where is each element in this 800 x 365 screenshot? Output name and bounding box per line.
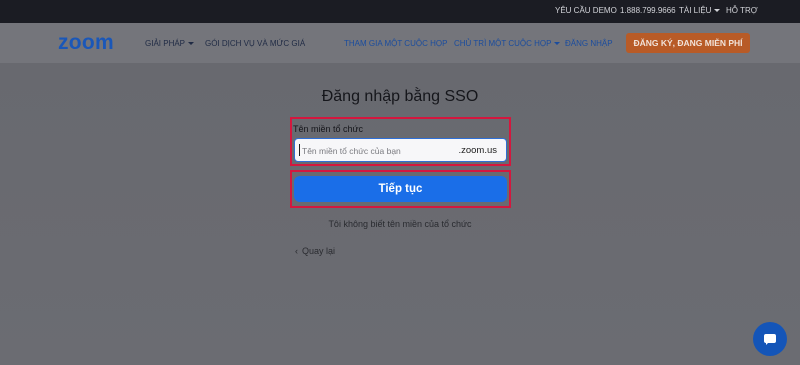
solutions-menu[interactable]: GIẢI PHÁP <box>145 39 195 48</box>
request-demo-link[interactable]: YÊU CẦU DEMO <box>555 6 617 15</box>
domain-input-placeholder: Tên miền tổ chức của bạn <box>302 146 401 156</box>
support-link[interactable]: HỖ TRỢ <box>726 6 758 15</box>
caret-down-icon <box>554 42 561 46</box>
chat-bubble-icon <box>764 334 776 345</box>
chat-support-button[interactable] <box>753 322 787 356</box>
chevron-left-icon: ‹ <box>295 246 298 256</box>
domain-input[interactable]: Tên miền tổ chức của bạn .zoom.us <box>294 138 507 162</box>
text-cursor <box>299 144 300 156</box>
zoom-logo[interactable]: zoom <box>58 31 114 55</box>
main-navigation: zoom GIẢI PHÁP GÓI DỊCH VỤ VÀ MỨC GIÁ TH… <box>0 23 800 63</box>
host-meeting-label: CHỦ TRÌ MỘT CUỘC HỌP <box>454 39 552 48</box>
join-meeting-link[interactable]: THAM GIA MỘT CUỘC HỌP <box>344 39 447 48</box>
back-label: Quay lại <box>302 246 336 256</box>
back-link[interactable]: ‹ Quay lại <box>295 246 335 256</box>
page-title: Đăng nhập bằng SSO <box>321 88 479 105</box>
unknown-domain-link[interactable]: Tôi không biết tên miền của tổ chức <box>0 219 800 229</box>
resources-menu[interactable]: TÀI LIỆU <box>679 6 721 15</box>
sign-in-link[interactable]: ĐĂNG NHẬP <box>565 39 613 48</box>
plans-pricing-link[interactable]: GÓI DỊCH VỤ VÀ MỨC GIÁ <box>205 39 305 48</box>
continue-button[interactable]: Tiếp tục <box>294 176 507 202</box>
phone-number[interactable]: 1.888.799.9666 <box>620 6 676 15</box>
caret-down-icon <box>714 9 721 13</box>
domain-field-label: Tên miền tổ chức <box>293 124 364 134</box>
resources-label: TÀI LIỆU <box>679 6 712 15</box>
caret-down-icon <box>188 42 195 46</box>
domain-suffix: .zoom.us <box>458 145 497 156</box>
host-meeting-menu[interactable]: CHỦ TRÌ MỘT CUỘC HỌP <box>454 39 561 48</box>
top-utility-bar: YÊU CẦU DEMO 1.888.799.9666 TÀI LIỆU HỖ … <box>0 0 800 23</box>
page-overlay <box>0 63 800 365</box>
sign-up-free-button[interactable]: ĐĂNG KÝ, ĐANG MIỄN PHÍ <box>626 33 750 53</box>
solutions-label: GIẢI PHÁP <box>145 39 186 48</box>
